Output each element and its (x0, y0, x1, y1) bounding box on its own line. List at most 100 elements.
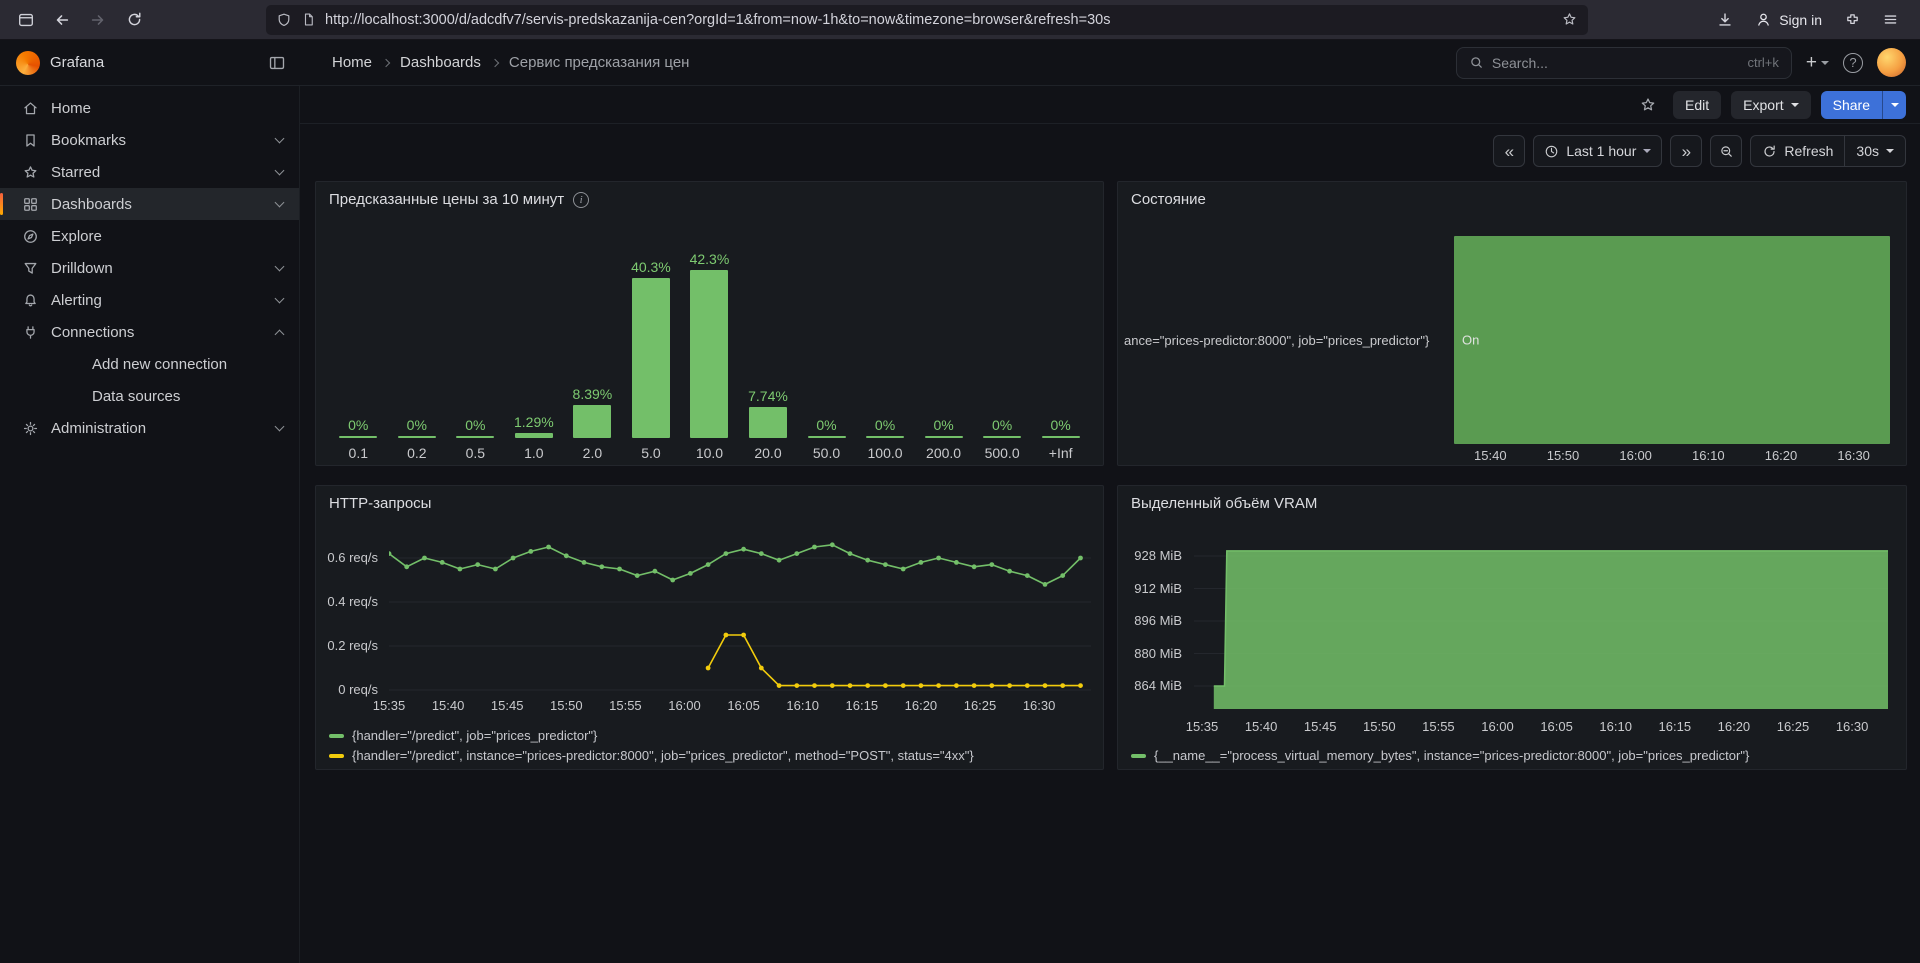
x-tick-label: 16:15 (1659, 719, 1692, 734)
share-menu-button[interactable] (1882, 91, 1906, 119)
http-plot[interactable] (389, 536, 1091, 698)
share-button[interactable]: Share (1821, 91, 1882, 119)
histogram-column[interactable]: 0%0.2 (388, 417, 447, 463)
sidebar-item-administration[interactable]: Administration (0, 412, 299, 444)
info-icon[interactable]: i (573, 192, 589, 208)
extension-icon[interactable] (1836, 5, 1868, 35)
sidebar-item-explore[interactable]: Explore (0, 220, 299, 252)
chevron-down-icon[interactable] (275, 165, 285, 175)
reload-button[interactable] (118, 5, 150, 35)
state-on-segment[interactable]: On (1454, 236, 1890, 444)
x-tick-label: 15:50 (1547, 448, 1580, 463)
legend-item[interactable]: {handler="/predict", job="prices_predict… (329, 728, 974, 743)
histogram-column[interactable]: 0%0.5 (446, 417, 505, 463)
chevron-up-icon[interactable] (275, 329, 285, 339)
edit-button[interactable]: Edit (1673, 91, 1721, 119)
chevron-down-icon[interactable] (275, 421, 285, 431)
x-tick-label: 16:25 (964, 698, 997, 713)
vram-legend: {__name__="process_virtual_memory_bytes"… (1131, 748, 1749, 763)
search-input[interactable] (1492, 55, 1740, 71)
x-tick-label: 16:15 (846, 698, 879, 713)
histogram-column[interactable]: 1.29%1.0 (505, 414, 564, 463)
url-bar[interactable]: http://localhost:3000/d/adcdfv7/servis-p… (266, 5, 1588, 35)
sidebar-item-drilldown[interactable]: Drilldown (0, 252, 299, 284)
state-value-label: On (1462, 333, 1479, 348)
panel-state: Состояние ance="prices-predictor:8000", … (1117, 181, 1907, 466)
chevron-down-icon[interactable] (275, 261, 285, 271)
time-shift-forward-button[interactable]: » (1670, 135, 1702, 167)
download-icon[interactable] (1709, 5, 1741, 35)
export-button[interactable]: Export (1731, 91, 1810, 119)
sidebar-item-home[interactable]: Home (0, 92, 299, 124)
bookmark-star-icon[interactable] (1561, 11, 1578, 28)
megamenu-dock-icon[interactable] (268, 54, 286, 72)
shield-icon[interactable] (276, 12, 292, 28)
search-box[interactable]: ctrl+k (1456, 47, 1792, 79)
edit-label: Edit (1685, 97, 1709, 113)
legend-item[interactable]: {handler="/predict", instance="prices-pr… (329, 748, 974, 763)
menu-icon[interactable] (1874, 5, 1906, 35)
panel-title[interactable]: HTTP-запросы (329, 495, 431, 512)
chevron-down-icon[interactable] (275, 293, 285, 303)
sidebar-item-dashboards[interactable]: Dashboards (0, 188, 299, 220)
histogram-column[interactable]: 0%50.0 (797, 417, 856, 463)
sidebar-item-label: Dashboards (51, 196, 132, 213)
histogram-chart[interactable]: 0%0.10%0.20%0.51.29%1.08.39%2.040.3%5.04… (329, 251, 1090, 463)
help-icon[interactable]: ? (1843, 53, 1863, 73)
x-tick-label: 15:40 (1474, 448, 1507, 463)
sidebar-item-add-new-connection[interactable]: Add new connection (0, 348, 299, 380)
bar-value-label: 0% (816, 417, 836, 433)
panel-title[interactable]: Выделенный объём VRAM (1131, 495, 1317, 512)
histogram-column[interactable]: 0%500.0 (973, 417, 1032, 463)
panel-title[interactable]: Состояние (1131, 191, 1206, 208)
state-ticks: 15:4015:5016:0016:1016:2016:30 (1454, 448, 1890, 464)
histogram-column[interactable]: 0%+Inf (1031, 417, 1090, 463)
favorite-star-icon[interactable] (1639, 96, 1657, 114)
avatar[interactable] (1877, 48, 1906, 77)
breadcrumb-dashboards[interactable]: Dashboards (400, 54, 481, 71)
histogram-column[interactable]: 8.39%2.0 (563, 386, 622, 463)
time-shift-back-button[interactable]: « (1493, 135, 1525, 167)
sidebar-item-starred[interactable]: Starred (0, 156, 299, 188)
sidebar-item-data-sources[interactable]: Data sources (0, 380, 299, 412)
dashboard-toolbar: Edit Export Share (300, 86, 1920, 124)
y-tick-label: 896 MiB (1118, 613, 1182, 628)
chevron-down-icon[interactable] (275, 197, 285, 207)
sidebar-item-bookmarks[interactable]: Bookmarks (0, 124, 299, 156)
refresh-button[interactable]: Refresh (1751, 136, 1844, 166)
time-range-picker[interactable]: Last 1 hour (1533, 135, 1662, 167)
histogram-column[interactable]: 0%0.1 (329, 417, 388, 463)
vram-plot[interactable] (1194, 541, 1888, 709)
chevron-down-icon[interactable] (275, 133, 285, 143)
histogram-column[interactable]: 7.74%20.0 (739, 388, 798, 463)
legend-item[interactable]: {__name__="process_virtual_memory_bytes"… (1131, 748, 1749, 763)
search-icon (1469, 55, 1484, 70)
sidebar-item-label: Explore (51, 228, 102, 245)
sign-in-button[interactable]: Sign in (1747, 5, 1830, 35)
sidebar-item-alerting[interactable]: Alerting (0, 284, 299, 316)
url-text[interactable]: http://localhost:3000/d/adcdfv7/servis-p… (325, 12, 1552, 28)
page-icon[interactable] (301, 12, 316, 27)
bar-value-label: 0% (1051, 417, 1071, 433)
bar (515, 433, 553, 438)
bar (456, 436, 494, 438)
forward-button[interactable] (82, 5, 114, 35)
state-timeline-plot[interactable]: On (1454, 236, 1890, 444)
back-button[interactable] (46, 5, 78, 35)
grafana-logo[interactable] (16, 51, 40, 75)
vram-plot-wrap[interactable] (1194, 541, 1888, 709)
histogram-column[interactable]: 42.3%10.0 (680, 251, 739, 463)
sidebar-item-connections[interactable]: Connections (0, 316, 299, 348)
bar-category-label: 0.2 (407, 445, 426, 463)
new-button[interactable]: + (1806, 52, 1829, 74)
zoom-out-button[interactable] (1710, 135, 1742, 167)
refresh-interval-button[interactable]: 30s (1845, 136, 1905, 166)
breadcrumb-home[interactable]: Home (332, 54, 372, 71)
y-tick-label: 912 MiB (1118, 581, 1182, 596)
firefox-view-icon[interactable] (10, 5, 42, 35)
panel-title[interactable]: Предсказанные цены за 10 минут i (329, 191, 589, 208)
http-plot-wrap[interactable] (389, 536, 1091, 698)
histogram-column[interactable]: 40.3%5.0 (622, 259, 681, 463)
histogram-column[interactable]: 0%100.0 (856, 417, 915, 463)
histogram-column[interactable]: 0%200.0 (914, 417, 973, 463)
